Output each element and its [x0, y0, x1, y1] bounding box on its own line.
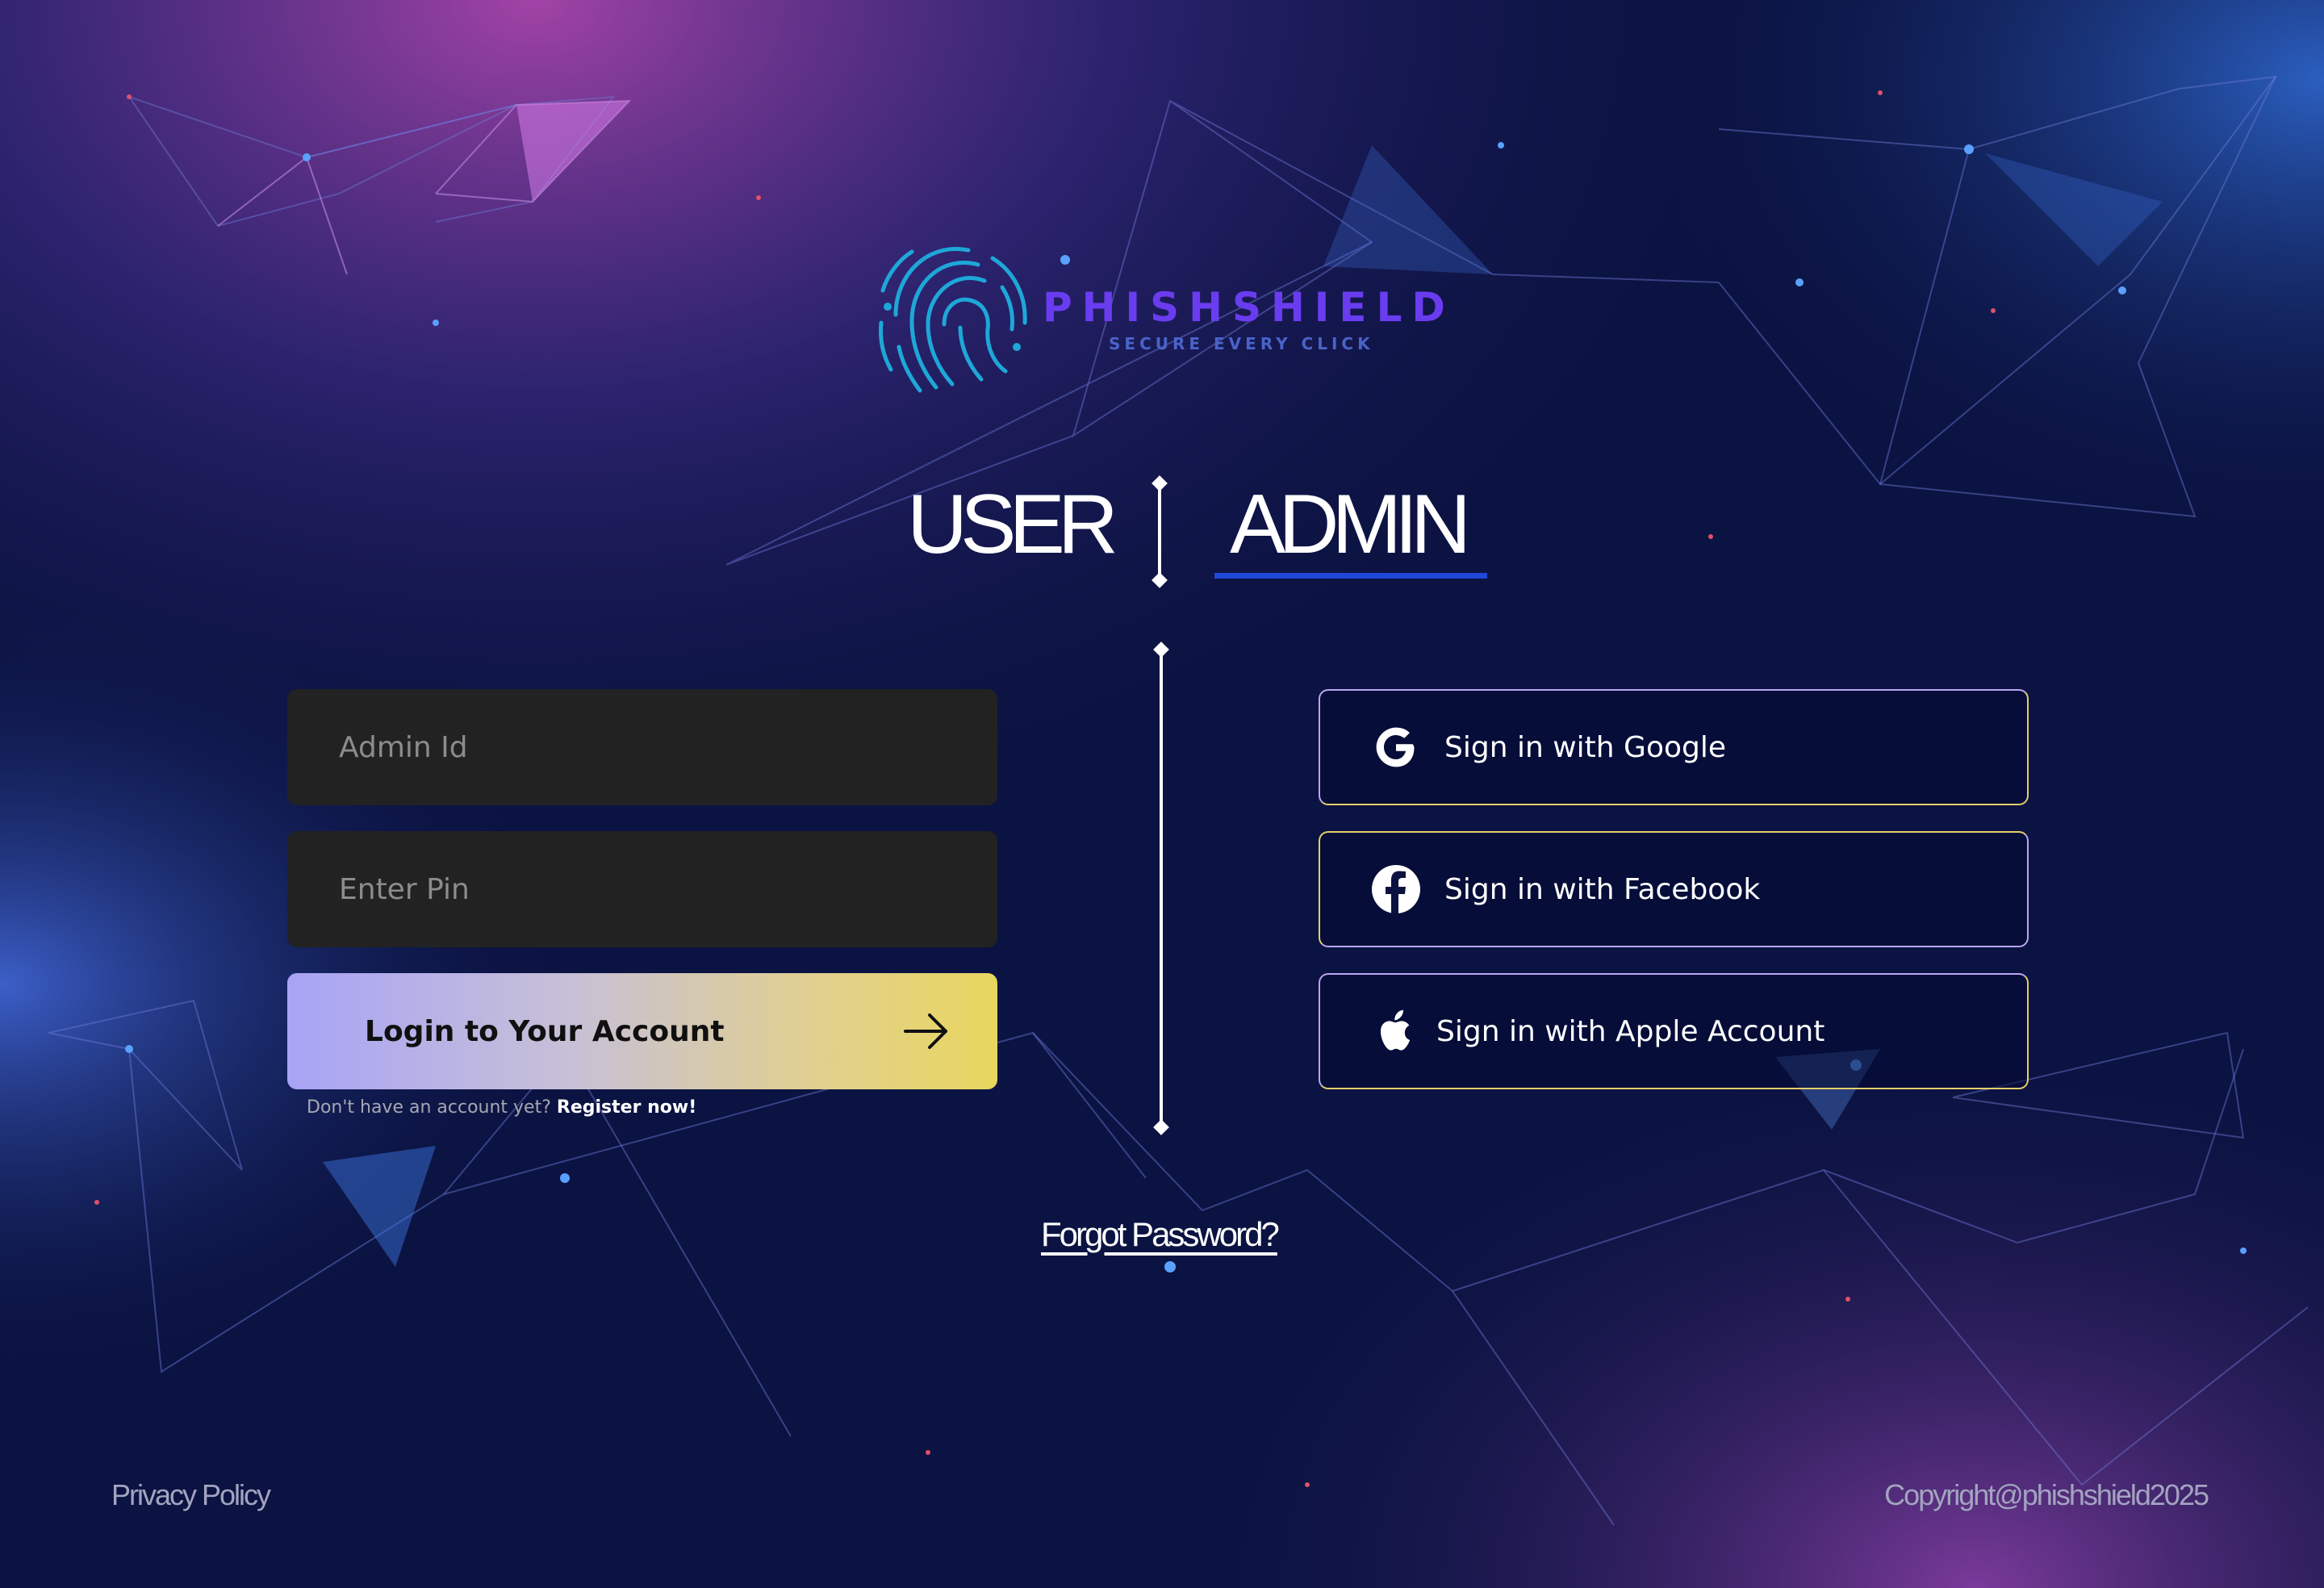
apple-signin-button[interactable]: Sign in with Apple Account — [1319, 973, 2029, 1089]
arrow-right-icon — [904, 1013, 947, 1049]
facebook-signin-label: Sign in with Facebook — [1444, 872, 1761, 906]
pin-input[interactable] — [287, 831, 997, 947]
register-prompt-text: Don't have an account yet? — [307, 1097, 551, 1118]
login-button[interactable]: Login to Your Account — [287, 973, 997, 1089]
copyright-text: Copyright@phishshield2025 — [1884, 1478, 2209, 1511]
fingerprint-icon — [879, 247, 1027, 393]
brand-name: PHISHSHIELD — [1043, 284, 1455, 331]
tab-divider — [1158, 483, 1161, 581]
brand-tagline: SECURE EVERY CLICK — [1109, 334, 1374, 353]
register-prompt-row: Don't have an account yet? Register now! — [307, 1097, 696, 1118]
brand-logo: PHISHSHIELD SECURE EVERY CLICK — [872, 226, 1445, 403]
tab-user[interactable]: USER — [907, 476, 1118, 573]
login-button-label: Login to Your Account — [365, 1014, 725, 1048]
admin-id-input[interactable] — [287, 689, 997, 805]
facebook-signin-button[interactable]: Sign in with Facebook — [1319, 831, 2029, 947]
google-signin-label: Sign in with Google — [1444, 730, 1726, 764]
google-icon — [1370, 721, 1422, 773]
tab-admin-active-indicator — [1214, 573, 1487, 579]
tab-admin[interactable]: ADMIN — [1230, 476, 1471, 573]
apple-signin-label: Sign in with Apple Account — [1436, 1014, 1825, 1048]
facebook-icon — [1370, 863, 1422, 915]
register-link[interactable]: Register now! — [557, 1097, 696, 1118]
forgot-password-link[interactable]: Forgot Password? — [1041, 1215, 1280, 1254]
google-signin-button[interactable]: Sign in with Google — [1319, 689, 2029, 805]
privacy-policy-link[interactable]: Privacy Policy — [111, 1478, 271, 1512]
section-divider — [1160, 650, 1163, 1130]
apple-icon — [1370, 1005, 1422, 1057]
